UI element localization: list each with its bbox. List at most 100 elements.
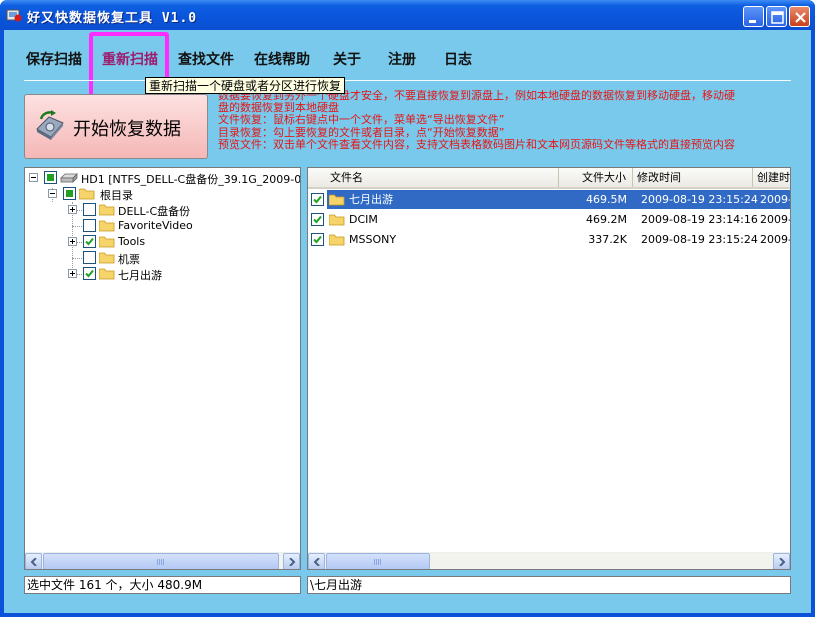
tree-item-label: 七月出游 — [118, 269, 162, 282]
folder-icon — [99, 236, 115, 248]
maximize-icon — [771, 11, 784, 24]
client-area: 保存扫描 重新扫描 查找文件 在线帮助 关于 注册 日志 开始恢复数据 数据要恢… — [4, 30, 811, 613]
column-header-name[interactable]: 文件名 — [308, 168, 559, 187]
hard-drive-icon — [60, 173, 78, 183]
tree-checkbox[interactable] — [83, 267, 96, 280]
menu-online-help[interactable]: 在线帮助 — [254, 49, 310, 69]
file-checkbox[interactable] — [311, 233, 324, 246]
file-name: MSSONY — [349, 233, 397, 246]
tree-item-july-trip[interactable]: 七月出游 — [68, 266, 268, 282]
column-header-size[interactable]: 文件大小 — [559, 168, 633, 187]
menu-register[interactable]: 注册 — [388, 49, 416, 69]
close-icon — [795, 12, 806, 23]
menu-find-file[interactable]: 查找文件 — [178, 49, 234, 69]
expand-icon[interactable] — [68, 237, 77, 246]
window-title: 好又快数据恢复工具 V1.0 — [27, 11, 198, 26]
drive-label: HD1 [NTFS_DELL-C盘备份_39.1G_2009-06-1 — [81, 173, 301, 186]
file-created: 2009-0 — [760, 193, 790, 206]
collapse-icon[interactable] — [48, 189, 57, 198]
tree-item-label: FavoriteVideo — [118, 219, 193, 232]
file-name: DCIM — [349, 213, 378, 226]
folder-icon — [99, 268, 115, 280]
menu-divider — [24, 80, 791, 81]
status-selection: 选中文件 161 个，大小 480.9M — [24, 576, 301, 594]
file-list[interactable]: 文件名 文件大小 修改时间 创建时 七月出游 469.5M 2009-08-19… — [307, 167, 791, 570]
tree-item-drive[interactable]: HD1 [NTFS_DELL-C盘备份_39.1G_2009-06-1 — [29, 170, 301, 186]
folder-icon — [329, 214, 345, 226]
file-size: 469.2M — [586, 213, 627, 226]
folder-icon — [79, 188, 95, 200]
help-line: 文件恢复：鼠标右键点中一个文件，菜单选“导出恢复文件” — [218, 114, 505, 127]
folder-icon — [329, 194, 345, 206]
arrow-left-icon — [30, 558, 37, 566]
file-size: 469.5M — [586, 193, 627, 206]
scroll-left-button[interactable] — [308, 553, 325, 569]
tree-horizontal-scrollbar[interactable] — [25, 552, 300, 569]
column-header-created[interactable]: 创建时 — [753, 168, 790, 187]
title-bar[interactable]: 好又快数据恢复工具 V1.0 — [0, 0, 815, 30]
file-modified: 2009-08-19 23:14:16 — [641, 213, 758, 226]
tree-item-tickets[interactable]: 机票 — [68, 250, 268, 266]
checkmark-icon — [313, 195, 322, 204]
expand-icon[interactable] — [68, 269, 77, 278]
tree-checkbox[interactable] — [83, 235, 96, 248]
menu-about[interactable]: 关于 — [333, 49, 361, 69]
start-recovery-label: 开始恢复数据 — [73, 119, 181, 140]
close-button[interactable] — [789, 6, 810, 27]
arrow-right-icon — [289, 558, 296, 566]
tree-item-tools[interactable]: Tools — [68, 234, 268, 250]
scroll-right-button[interactable] — [283, 553, 300, 569]
tree-item-dell-c[interactable]: DELL-C盘备份 — [68, 202, 268, 218]
tree-checkbox[interactable] — [83, 203, 96, 216]
file-row[interactable]: DCIM 469.2M 2009-08-19 23:14:16 2009-0 — [309, 210, 790, 229]
file-row[interactable]: 七月出游 469.5M 2009-08-19 23:15:24 2009-0 — [309, 190, 790, 209]
file-modified: 2009-08-19 23:15:24 — [641, 233, 758, 246]
scroll-thumb[interactable] — [43, 553, 279, 569]
file-row[interactable]: MSSONY 337.2K 2009-08-19 23:15:24 2009-0 — [309, 230, 790, 249]
tree-item-label: 机票 — [118, 253, 140, 266]
scroll-thumb[interactable] — [326, 553, 430, 569]
help-line: 盘的数据恢复到本地硬盘 — [218, 102, 339, 115]
minimize-icon — [749, 20, 756, 23]
help-text: 数据要恢复到另外一个硬盘才安全，不要直接恢复到源盘上，例如本地硬盘的数据恢复到移… — [218, 90, 793, 151]
list-horizontal-scrollbar[interactable] — [308, 552, 790, 569]
arrow-right-icon — [779, 558, 786, 566]
drive-checkbox[interactable] — [44, 171, 57, 184]
tree-item-favoritevideo[interactable]: FavoriteVideo — [68, 218, 268, 234]
scroll-right-button[interactable] — [773, 553, 790, 569]
file-created: 2009-0 — [760, 213, 790, 226]
folder-icon — [99, 220, 115, 232]
tree-item-label: Tools — [118, 235, 146, 248]
recovery-icon — [36, 110, 64, 140]
tree-item-label: DELL-C盘备份 — [118, 205, 191, 218]
tree-checkbox[interactable] — [83, 251, 96, 264]
tree-checkbox[interactable] — [83, 219, 96, 232]
folder-icon — [329, 234, 345, 246]
app-icon — [6, 9, 22, 22]
menu-save-scan[interactable]: 保存扫描 — [26, 49, 82, 69]
file-checkbox[interactable] — [311, 193, 324, 206]
file-modified: 2009-08-19 23:15:24 — [641, 193, 758, 206]
status-path: \七月出游 — [307, 576, 791, 594]
root-checkbox[interactable] — [63, 187, 76, 200]
expand-icon[interactable] — [68, 205, 77, 214]
file-size: 337.2K — [588, 233, 627, 246]
checkmark-icon — [85, 269, 94, 278]
tree-item-root[interactable]: 根目录 — [48, 186, 248, 202]
collapse-icon[interactable] — [29, 173, 38, 182]
file-checkbox[interactable] — [311, 213, 324, 226]
minimize-button[interactable] — [743, 6, 764, 27]
start-recovery-button[interactable]: 开始恢复数据 — [24, 94, 208, 159]
scroll-left-button[interactable] — [25, 553, 42, 569]
help-line: 目录恢复：勾上要恢复的文件或者目录，点“开始恢复数据” — [218, 126, 505, 139]
folder-tree[interactable]: HD1 [NTFS_DELL-C盘备份_39.1G_2009-06-1 根目录 … — [24, 167, 301, 570]
checkmark-icon — [313, 215, 322, 224]
file-name: 七月出游 — [349, 193, 393, 206]
column-header-modified[interactable]: 修改时间 — [633, 168, 753, 187]
root-label: 根目录 — [100, 189, 133, 202]
maximize-button[interactable] — [766, 6, 787, 27]
list-header: 文件名 文件大小 修改时间 创建时 — [308, 168, 790, 189]
app-window: 好又快数据恢复工具 V1.0 保存扫描 重新扫描 查找文件 在线帮助 关于 注册… — [0, 0, 815, 617]
checkmark-icon — [85, 237, 94, 246]
menu-log[interactable]: 日志 — [444, 49, 472, 69]
